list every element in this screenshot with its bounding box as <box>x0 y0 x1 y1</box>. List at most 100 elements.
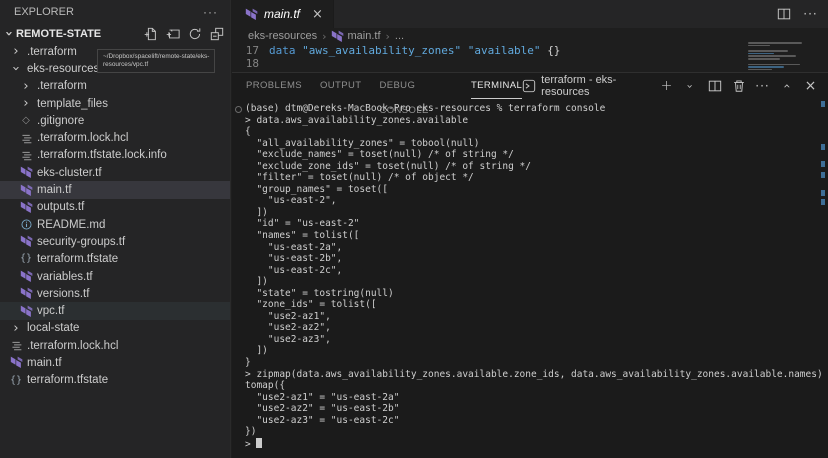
tree-item-label: variables.tf <box>37 271 93 283</box>
terminal-line: { <box>245 126 818 138</box>
terraform-icon <box>9 355 23 370</box>
file-tree: ›.terraform›eks-resources›.terraform›tem… <box>0 43 230 389</box>
tree-item-local-state[interactable]: › local-state <box>0 320 230 337</box>
more-actions-icon[interactable]: ··· <box>803 7 818 22</box>
terminal[interactable]: (base) dtm@Dereks-MacBook-Pro eks-resour… <box>245 103 818 458</box>
terminal-line: "use2-az3", <box>245 334 818 346</box>
terraform-icon <box>19 269 33 284</box>
tree-item-versions-tf[interactable]: versions.tf <box>0 285 230 302</box>
new-folder-icon[interactable] <box>165 26 180 41</box>
tree-item-outputs-tf[interactable]: outputs.tf <box>0 199 230 216</box>
line-number[interactable]: 18 <box>232 57 259 70</box>
chevron-right-icon: › <box>19 96 33 111</box>
terminal-line: "names" = tolist([ <box>245 230 818 242</box>
new-terminal-icon[interactable]: + <box>659 79 674 94</box>
split-terminal-icon[interactable] <box>707 79 722 94</box>
terraform-icon <box>19 234 33 249</box>
close-panel-icon[interactable]: × <box>803 79 818 94</box>
tree-item-main-tf[interactable]: main.tf <box>0 354 230 371</box>
command-decoration[interactable] <box>821 144 825 150</box>
panel-tab-problems[interactable]: PROBLEMS <box>246 73 302 99</box>
breadcrumb-item-eks-resources[interactable]: eks-resources <box>248 30 317 42</box>
terminal-line: > zipmap(data.aws_availability_zones.ava… <box>245 369 818 381</box>
tooltip-line-1: ~/Dropbox/spacelift/remote-state/eks- <box>103 53 209 61</box>
terraform-icon <box>244 7 258 22</box>
launch-profile-chevron-icon[interactable]: › <box>683 79 698 94</box>
terraform-icon <box>19 200 33 215</box>
code-line: 18 <box>232 57 828 70</box>
terminal-line: ]) <box>245 276 818 288</box>
breadcrumb: eks-resources›main.tf›... <box>232 28 828 44</box>
tree-item-readme-md[interactable]: README.md <box>0 216 230 233</box>
terraform-icon <box>19 304 33 319</box>
terminal-line: ]) <box>245 207 818 219</box>
breadcrumb-separator-icon: › <box>322 30 326 43</box>
tree-item-eks-cluster-tf[interactable]: eks-cluster.tf <box>0 164 230 181</box>
refresh-icon[interactable] <box>187 26 202 41</box>
terminal-line: "state" = tostring(null) <box>245 288 818 300</box>
new-file-icon[interactable] <box>143 26 158 41</box>
tree-item-label: template_files <box>37 98 108 110</box>
line-number[interactable]: 17 <box>232 44 259 57</box>
command-decoration[interactable] <box>821 190 825 196</box>
breadcrumb-item-main-tf[interactable]: main.tf <box>331 30 380 43</box>
tab-main-tf[interactable]: main.tf × <box>232 0 334 28</box>
minimap-line <box>748 53 774 55</box>
tree-item-label: .terraform.tfstate.lock.info <box>37 149 167 161</box>
breadcrumb-item--[interactable]: ... <box>395 30 404 42</box>
terraform-icon <box>19 286 33 301</box>
braces-icon: {} <box>9 373 23 388</box>
tab-close-icon[interactable]: × <box>312 7 323 22</box>
terraform-icon <box>19 165 33 180</box>
terminal-picker[interactable]: terraform - eks-resources <box>522 74 650 98</box>
tree-item-variables-tf[interactable]: variables.tf <box>0 268 230 285</box>
minimap-line <box>748 50 788 52</box>
terraform-icon <box>331 30 344 43</box>
tree-item-label: outputs.tf <box>37 201 84 213</box>
tree-item-label: main.tf <box>37 184 72 196</box>
kill-terminal-icon[interactable] <box>731 79 746 94</box>
terminal-line: "use2-az3" = "us-east-2c" <box>245 415 818 427</box>
tree-item-terraform-tfstate[interactable]: {}terraform.tfstate <box>0 372 230 389</box>
terminal-line: } <box>245 357 818 369</box>
tree-item--gitignore[interactable]: ◇.gitignore <box>0 112 230 129</box>
tree-item--terraform-tfstate-lock-info[interactable]: .terraform.tfstate.lock.info <box>0 147 230 164</box>
maximize-panel-icon[interactable]: › <box>779 79 794 94</box>
workspace-header[interactable]: › REMOTE-STATE <box>0 24 230 43</box>
command-decoration[interactable] <box>821 161 825 167</box>
tree-item--terraform-lock-hcl[interactable]: .terraform.lock.hcl <box>0 129 230 146</box>
command-decoration[interactable] <box>821 199 825 205</box>
terminal-line: "use2-az1" = "us-east-2a" <box>245 392 818 404</box>
explorer-more-actions-icon[interactable]: ··· <box>203 5 218 19</box>
tree-item-label: local-state <box>27 322 79 334</box>
minimap[interactable] <box>742 40 828 72</box>
minimap-line <box>748 69 772 71</box>
tree-item-main-tf[interactable]: main.tf <box>0 181 230 198</box>
minimap-line <box>748 42 802 44</box>
chevron-right-icon: › <box>9 321 23 336</box>
panel-tab-terminal[interactable]: TERMINAL <box>471 73 522 99</box>
command-decoration[interactable] <box>821 101 825 107</box>
tree-item--terraform[interactable]: ›.terraform <box>0 78 230 95</box>
terminal-line: "zone_ids" = tolist([ <box>245 299 818 311</box>
tree-item--terraform-lock-hcl[interactable]: .terraform.lock.hcl <box>0 337 230 354</box>
command-decoration[interactable] <box>821 172 825 178</box>
tree-item-label: .gitignore <box>37 115 84 127</box>
panel-tab-output[interactable]: OUTPUT <box>320 73 361 99</box>
terminal-picker-label: terraform - eks-resources <box>541 74 650 98</box>
tree-item-template-files[interactable]: › template_files <box>0 95 230 112</box>
tree-item-label: eks-resources <box>27 63 99 75</box>
tree-item-terraform-tfstate[interactable]: {}terraform.tfstate <box>0 251 230 268</box>
terminal-line: "filter" = toset(null) /* of object */ <box>245 172 818 184</box>
more-actions-icon[interactable]: ··· <box>755 79 770 94</box>
tree-item-security-groups-tf[interactable]: security-groups.tf <box>0 233 230 250</box>
terraform-icon <box>19 183 33 198</box>
panel-tab-debug-console[interactable]: DEBUG CONSOLE <box>379 73 452 99</box>
terminal-icon <box>522 79 536 94</box>
tree-item-vpc-tf[interactable]: vpc.tf <box>0 302 230 319</box>
chevron-down-icon: › <box>2 31 15 36</box>
split-editor-icon[interactable] <box>776 7 791 22</box>
tooltip-line-2: resources/vpc.tf <box>103 61 209 69</box>
editor-code[interactable]: 17data "aws_availability_zones" "availab… <box>232 44 828 70</box>
collapse-all-icon[interactable] <box>209 26 224 41</box>
